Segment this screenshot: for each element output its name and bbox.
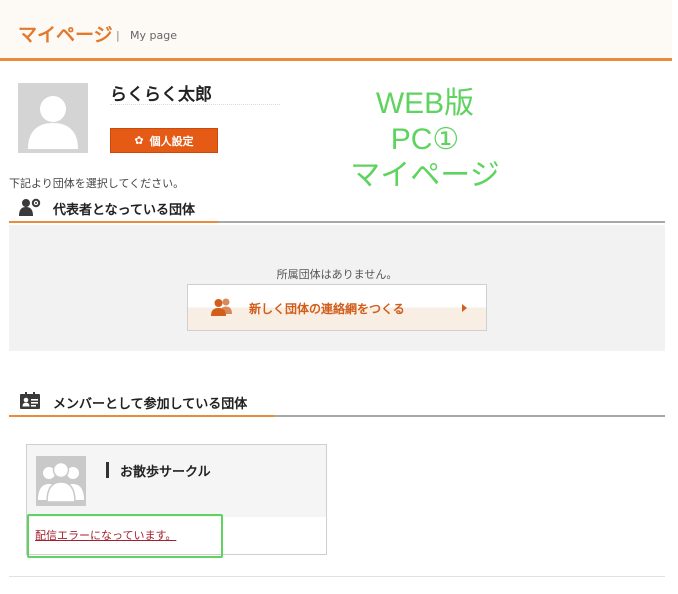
group-silhouette-icon	[38, 461, 84, 503]
triangle-right-icon	[462, 304, 467, 312]
representative-section-label: 代表者となっている団体	[53, 203, 195, 218]
annotation-line-2: PC①	[390, 123, 460, 156]
title-separator: |	[116, 29, 120, 42]
user-name: らくらく太郎	[110, 85, 212, 105]
page-title: マイページ	[18, 24, 113, 46]
annotation-overlay: WEB版 PC① マイページ	[330, 86, 520, 194]
name-divider	[110, 104, 280, 105]
group-name-bar	[106, 462, 109, 478]
user-silhouette-icon	[28, 96, 78, 149]
instruction-text: 下記より団体を選択してください。	[9, 177, 185, 190]
users-icon	[211, 298, 232, 316]
personal-settings-button[interactable]: ✿ 個人設定	[110, 128, 218, 153]
representative-groups-panel: 所属団体はありません。 新しく団体の連絡網をつくる	[9, 225, 665, 351]
bottom-divider	[9, 576, 665, 577]
annotation-line-3: マイページ	[350, 159, 500, 192]
user-gear-icon	[19, 198, 41, 216]
section-accent	[9, 415, 274, 417]
group-thumbnail	[36, 456, 86, 506]
member-section-header: メンバーとして参加している団体	[9, 387, 665, 417]
member-card-icon	[20, 392, 40, 409]
page-subtitle: My page	[130, 29, 177, 42]
annotation-highlight-box	[27, 514, 223, 558]
create-group-button[interactable]: 新しく団体の連絡網をつくる	[187, 284, 487, 331]
representative-section-header: 代表者となっている団体	[9, 193, 665, 223]
section-accent	[9, 221, 218, 223]
empty-groups-message: 所属団体はありません。	[276, 268, 398, 281]
annotation-line-1: WEB版	[375, 87, 475, 120]
avatar	[18, 83, 88, 153]
group-name: お散歩サークル	[120, 465, 211, 480]
create-group-label: 新しく団体の連絡網をつくる	[249, 302, 405, 316]
personal-settings-label: 個人設定	[149, 134, 194, 148]
member-section-label: メンバーとして参加している団体	[53, 397, 248, 412]
gear-icon: ✿	[134, 134, 144, 147]
page-header: マイページ | My page	[0, 0, 672, 61]
